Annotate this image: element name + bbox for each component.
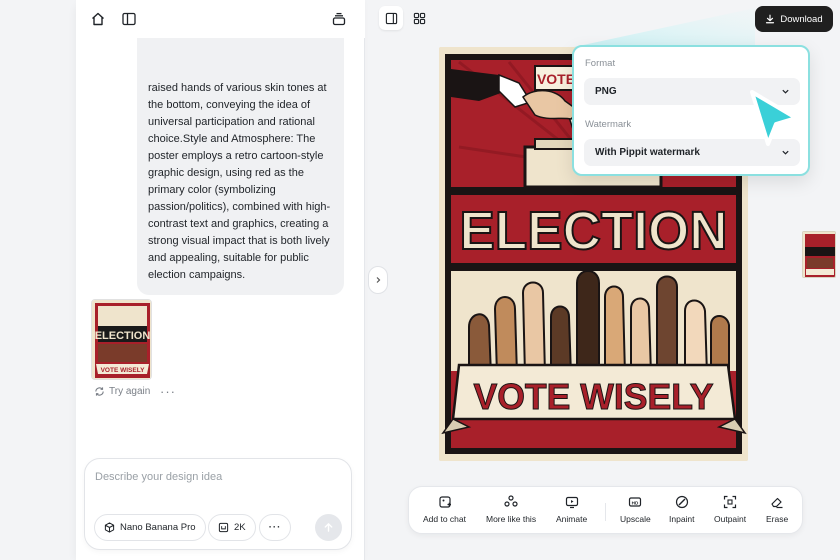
erase-button[interactable]: Erase bbox=[766, 495, 788, 524]
message-line: election campaigns. bbox=[148, 269, 246, 281]
poster-headline: ELECTION bbox=[460, 201, 728, 261]
toggle-sidebar-button[interactable] bbox=[117, 7, 141, 31]
side-thumbnail[interactable] bbox=[802, 231, 836, 278]
arrow-up-icon bbox=[324, 523, 333, 532]
tool-label: More like this bbox=[486, 514, 537, 524]
tool-label: Add to chat bbox=[423, 514, 467, 524]
send-button[interactable] bbox=[315, 514, 342, 541]
more-like-this-button[interactable]: More like this bbox=[486, 495, 536, 524]
message-line: passion/politics), combined with high- bbox=[148, 201, 331, 213]
resolution-label: 2K bbox=[234, 522, 246, 533]
message-line: contrast text and graphics, creating a bbox=[148, 218, 329, 230]
eraser-icon bbox=[771, 497, 783, 509]
brush-icon bbox=[675, 495, 688, 509]
chevron-right-icon bbox=[376, 277, 381, 283]
animate-icon bbox=[565, 496, 578, 509]
tool-label: Inpaint bbox=[669, 514, 695, 524]
try-again-button[interactable]: Try again bbox=[94, 386, 150, 397]
expand-icon bbox=[723, 495, 737, 509]
message-line: and appealing, suitable for public bbox=[148, 252, 309, 264]
message-line: poster employs a retro cartoon-style bbox=[148, 150, 324, 162]
model-selector[interactable]: Nano Banana Pro bbox=[94, 514, 206, 541]
message-line: universal participation and rational bbox=[148, 116, 315, 128]
download-icon bbox=[766, 14, 775, 24]
toolbar-divider bbox=[605, 503, 606, 521]
tool-label: Outpaint bbox=[714, 514, 747, 524]
sparkle-icon bbox=[504, 495, 518, 507]
download-button[interactable]: Download bbox=[755, 6, 833, 32]
try-again-label: Try again bbox=[109, 386, 151, 397]
single-view-icon bbox=[385, 12, 397, 24]
thumb-banner: VOTE WISELY bbox=[101, 367, 145, 374]
cube-icon bbox=[104, 522, 115, 533]
upscale-button[interactable]: HD Upscale bbox=[620, 495, 651, 524]
model-label: Nano Banana Pro bbox=[120, 522, 196, 533]
chat-topbar bbox=[76, 0, 365, 38]
prompt-input[interactable]: Describe your design idea bbox=[95, 471, 222, 483]
poster-banner-text: VOTE WISELY bbox=[474, 376, 714, 417]
download-label: Download bbox=[780, 13, 823, 25]
user-prompt-bubble: raised hands of various skin tones at the… bbox=[137, 36, 344, 295]
add-to-chat-button[interactable]: Add to chat bbox=[423, 495, 466, 524]
stack-icon bbox=[332, 12, 346, 26]
poster-sign-text: VOTE bbox=[537, 71, 575, 87]
home-icon bbox=[92, 12, 104, 26]
svg-text:HD: HD bbox=[632, 500, 639, 505]
collapse-panel-button[interactable] bbox=[368, 266, 388, 294]
generated-image-thumbnail[interactable]: ELECTION VOTE WISELY bbox=[91, 299, 152, 380]
message-more-button[interactable]: ··· bbox=[160, 384, 176, 399]
side-thumbnail-image bbox=[803, 232, 835, 277]
single-view-button[interactable] bbox=[379, 6, 403, 30]
message-line: primary color (symbolizing bbox=[148, 184, 276, 196]
animate-button[interactable]: Animate bbox=[556, 495, 587, 524]
message-line: graphic design, using red as the bbox=[148, 167, 304, 179]
watermark-value: With Pippit watermark bbox=[595, 147, 700, 158]
image-action-toolbar: Add to chat More like this Animate HD Up… bbox=[408, 486, 803, 534]
message-line: the bottom, conveying the idea of bbox=[148, 99, 311, 111]
format-value: PNG bbox=[595, 86, 617, 97]
more-options-button[interactable]: ··· bbox=[259, 514, 291, 541]
home-button[interactable] bbox=[86, 7, 110, 31]
outpaint-button[interactable]: Outpaint bbox=[714, 495, 746, 524]
pointer-cursor-icon bbox=[750, 90, 798, 146]
view-switcher bbox=[379, 6, 431, 30]
chat-panel: raised hands of various skin tones at the… bbox=[76, 0, 365, 560]
poster-thumbnail-image: ELECTION VOTE WISELY bbox=[92, 300, 151, 379]
chat-history[interactable]: raised hands of various skin tones at the… bbox=[76, 36, 365, 446]
hd-icon: HD bbox=[629, 497, 642, 507]
prompt-input-box[interactable]: Describe your design idea Nano Banana Pr… bbox=[84, 458, 352, 550]
format-label: Format bbox=[585, 58, 616, 69]
tool-label: Erase bbox=[766, 514, 789, 524]
refresh-icon bbox=[95, 387, 104, 396]
add-to-chat-icon bbox=[438, 496, 451, 508]
thumb-headline: ELECTION bbox=[95, 330, 151, 342]
grid-view-button[interactable] bbox=[407, 6, 431, 30]
message-line: strong visual impact that is both lively bbox=[148, 235, 330, 247]
sidebar-icon bbox=[122, 12, 136, 26]
history-button[interactable] bbox=[327, 7, 351, 31]
tool-label: Animate bbox=[556, 514, 588, 524]
inpaint-button[interactable]: Inpaint bbox=[669, 495, 695, 524]
watermark-label: Watermark bbox=[585, 119, 632, 130]
resolution-icon bbox=[218, 522, 229, 533]
tool-label: Upscale bbox=[620, 514, 651, 524]
message-line: choice.Style and Atmosphere: The bbox=[148, 133, 316, 145]
grid-icon bbox=[413, 12, 425, 24]
message-line: raised hands of various skin tones at bbox=[148, 82, 327, 94]
resolution-selector[interactable]: 2K bbox=[208, 514, 256, 541]
